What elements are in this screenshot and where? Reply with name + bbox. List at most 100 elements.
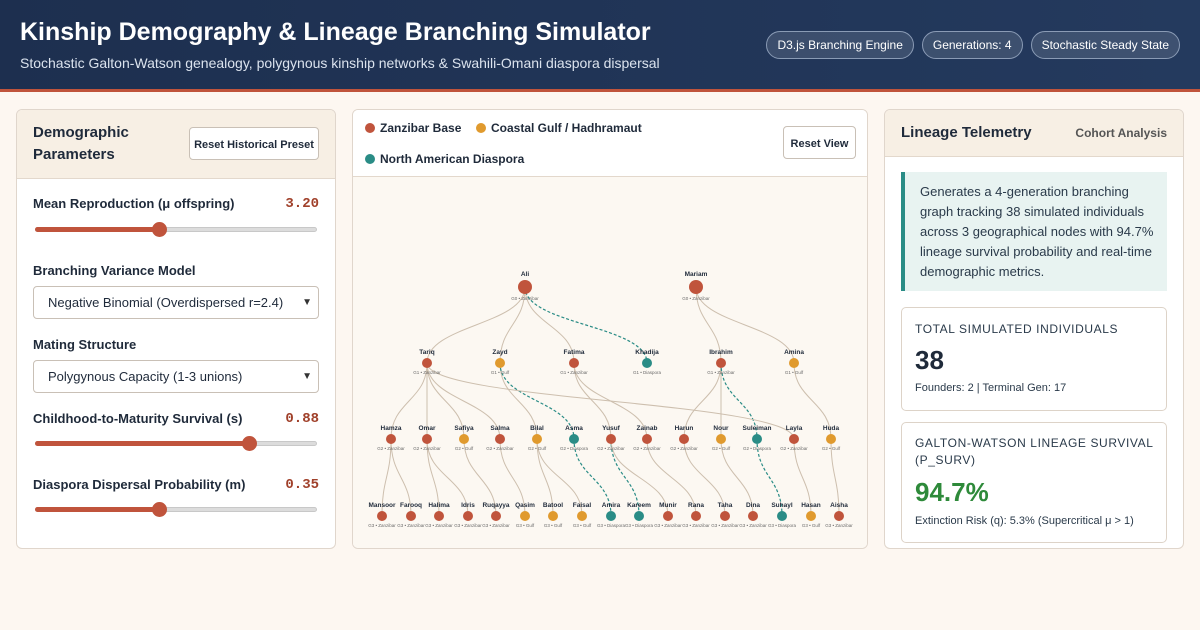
person-node[interactable]: Zainab G2 • Zanzibar	[633, 425, 661, 451]
reset-view-button[interactable]: Reset View	[783, 126, 856, 159]
person-marker[interactable]	[569, 358, 579, 368]
person-node[interactable]: Halima G3 • Zanzibar	[425, 502, 453, 528]
childhood-survival-slider[interactable]	[33, 434, 319, 452]
person-marker[interactable]	[569, 434, 579, 444]
person-marker[interactable]	[777, 511, 787, 521]
person-marker[interactable]	[642, 358, 652, 368]
person-node[interactable]: Zayd G1 • Gulf	[491, 349, 510, 375]
person-node[interactable]: Omar G2 • Zanzibar	[413, 425, 441, 451]
person-marker[interactable]	[716, 358, 726, 368]
person-marker[interactable]	[606, 511, 616, 521]
person-marker[interactable]	[520, 511, 530, 521]
person-marker[interactable]	[789, 434, 799, 444]
variance-model-select[interactable]: Negative Binomial (Overdispersed r=2.4) …	[33, 286, 319, 319]
person-marker[interactable]	[834, 511, 844, 521]
person-node[interactable]: Suhayl G3 • Diaspora	[768, 502, 797, 528]
person-meta: G3 • Gulf	[544, 523, 563, 528]
variance-model-label: Branching Variance Model	[33, 263, 196, 278]
cohort-analysis-link[interactable]: Cohort Analysis	[1075, 126, 1167, 140]
legend-label: Coastal Gulf / Hadhramaut	[491, 121, 642, 135]
person-node[interactable]: Farooq G3 • Zanzibar	[397, 502, 425, 528]
person-node[interactable]: Fatima G1 • Zanzibar	[560, 349, 588, 375]
person-marker[interactable]	[679, 434, 689, 444]
person-marker[interactable]	[663, 511, 673, 521]
person-node[interactable]: Tariq G1 • Zanzibar	[413, 349, 441, 375]
person-marker[interactable]	[642, 434, 652, 444]
person-node[interactable]: Suleiman G2 • Diaspora	[743, 425, 772, 451]
person-node[interactable]: Asma G2 • Diaspora	[560, 425, 589, 451]
person-marker[interactable]	[606, 434, 616, 444]
demographic-parameters-panel: Demographic Parameters Reset Historical …	[16, 109, 336, 549]
person-node[interactable]: Taha G3 • Zanzibar	[711, 502, 739, 528]
person-node[interactable]: Salma G2 • Zanzibar	[486, 425, 514, 451]
person-marker[interactable]	[548, 511, 558, 521]
person-marker[interactable]	[422, 434, 432, 444]
person-node[interactable]: Rana G3 • Zanzibar	[682, 502, 710, 528]
kinship-graph[interactable]: Ali G0 • Zanzibar Mariam G0 • Zanzibar Tariq…	[353, 177, 868, 549]
person-name: Salma	[490, 425, 510, 432]
person-marker[interactable]	[463, 511, 473, 521]
person-node[interactable]: Munir G3 • Zanzibar	[654, 502, 682, 528]
diaspora-dispersal-value: 0.35	[285, 477, 319, 493]
kinship-graph-svg[interactable]: Ali G0 • Zanzibar Mariam G0 • Zanzibar Tariq…	[353, 177, 868, 549]
person-node[interactable]: Dina G3 • Zanzibar	[739, 502, 767, 528]
person-marker[interactable]	[826, 434, 836, 444]
person-marker[interactable]	[806, 511, 816, 521]
person-node[interactable]: Ruqayya G3 • Zanzibar	[482, 502, 510, 528]
person-marker[interactable]	[532, 434, 542, 444]
person-node[interactable]: Batool G3 • Gulf	[543, 502, 563, 528]
slider-thumb[interactable]	[242, 436, 258, 451]
person-marker[interactable]	[752, 434, 762, 444]
person-node[interactable]: Ibrahim G1 • Zanzibar	[707, 349, 735, 375]
person-node[interactable]: Ali G0 • Zanzibar	[511, 271, 539, 301]
slider-thumb[interactable]	[152, 222, 168, 237]
person-marker[interactable]	[377, 511, 387, 521]
person-node[interactable]: Yusuf G2 • Zanzibar	[597, 425, 625, 451]
person-node[interactable]: Safiya G2 • Gulf	[454, 425, 474, 451]
person-marker[interactable]	[518, 280, 532, 294]
person-node[interactable]: Huda G2 • Gulf	[822, 425, 841, 451]
person-marker[interactable]	[386, 434, 396, 444]
person-node[interactable]: Amina G1 • Gulf	[784, 349, 804, 375]
person-marker[interactable]	[634, 511, 644, 521]
person-node[interactable]: Hasan G3 • Gulf	[801, 502, 821, 528]
header-badges: D3.js Branching Engine Generations: 4 St…	[766, 31, 1180, 59]
person-node[interactable]: Mariam G0 • Zanzibar	[682, 271, 710, 301]
person-node[interactable]: Qasim G3 • Gulf	[515, 502, 535, 528]
person-marker[interactable]	[689, 280, 703, 294]
person-marker[interactable]	[748, 511, 758, 521]
person-marker[interactable]	[434, 511, 444, 521]
person-name: Ruqayya	[482, 502, 509, 509]
person-marker[interactable]	[406, 511, 416, 521]
chevron-down-icon: ▼	[302, 371, 312, 382]
reset-preset-button[interactable]: Reset Historical Preset	[189, 127, 319, 160]
person-node[interactable]: Hamza G2 • Zanzibar	[377, 425, 405, 451]
person-marker[interactable]	[789, 358, 799, 368]
person-marker[interactable]	[691, 511, 701, 521]
person-node[interactable]: Nour G2 • Gulf	[712, 425, 731, 451]
person-marker[interactable]	[495, 358, 505, 368]
person-node[interactable]: Harun G2 • Zanzibar	[670, 425, 698, 451]
person-node[interactable]: Idris G3 • Zanzibar	[454, 502, 482, 528]
mean-reproduction-slider[interactable]	[33, 220, 319, 238]
person-marker[interactable]	[459, 434, 469, 444]
slider-thumb[interactable]	[152, 502, 168, 517]
person-node[interactable]: Mansoor G3 • Zanzibar	[368, 502, 396, 528]
person-marker[interactable]	[716, 434, 726, 444]
mating-structure-select[interactable]: Polygynous Capacity (1-3 unions) ▼	[33, 360, 319, 393]
diaspora-dispersal-slider[interactable]	[33, 500, 319, 518]
person-node[interactable]: Faisal G3 • Gulf	[573, 502, 592, 528]
person-marker[interactable]	[491, 511, 501, 521]
person-node[interactable]: Amira G3 • Diaspora	[597, 502, 626, 528]
person-name: Faisal	[573, 502, 592, 509]
person-meta: G1 • Zanzibar	[560, 370, 588, 375]
person-marker[interactable]	[577, 511, 587, 521]
person-name: Mariam	[685, 271, 708, 278]
person-marker[interactable]	[495, 434, 505, 444]
person-node[interactable]: Kareem G3 • Diaspora	[625, 502, 654, 528]
person-node[interactable]: Khadija G1 • Diaspora	[633, 349, 662, 375]
person-marker[interactable]	[720, 511, 730, 521]
person-node[interactable]: Bilal G2 • Gulf	[528, 425, 547, 451]
person-marker[interactable]	[422, 358, 432, 368]
person-node[interactable]: Aisha G3 • Zanzibar	[825, 502, 853, 528]
